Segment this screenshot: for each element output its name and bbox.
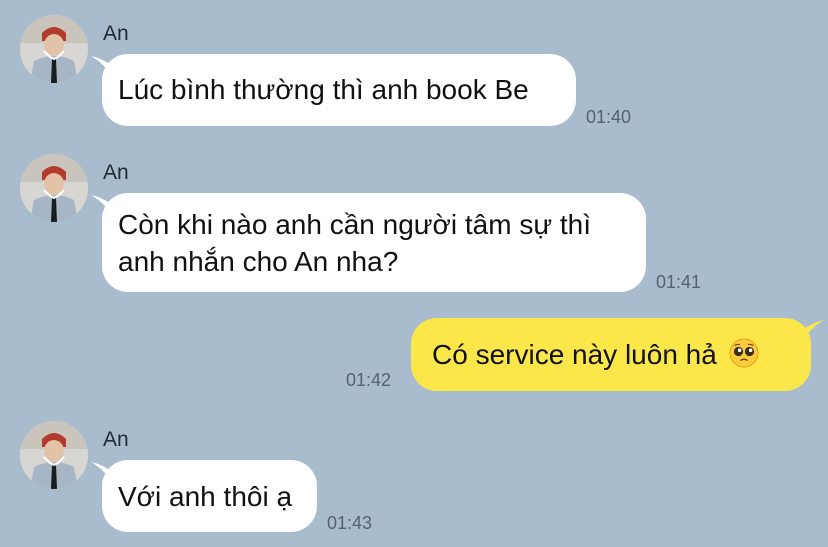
message-text-line: anh nhắn cho An nha? xyxy=(118,246,399,277)
avatar[interactable] xyxy=(20,15,88,83)
chat-thread: An Lúc bình thường thì anh book Be 01:40… xyxy=(0,0,828,547)
message-text: Có service này luôn hả xyxy=(432,339,717,370)
sender-name: An xyxy=(103,428,129,451)
bubble-tail xyxy=(802,320,824,342)
avatar-image xyxy=(20,15,88,83)
message-bubble[interactable]: Có service này luôn hả xyxy=(411,318,811,391)
message-timestamp: 01:42 xyxy=(346,370,392,390)
message-text: Lúc bình thường thì anh book Be xyxy=(118,74,529,105)
avatar[interactable] xyxy=(20,154,88,222)
sender-name: An xyxy=(103,161,129,184)
message-text: Với anh thôi ạ xyxy=(118,481,293,512)
message-timestamp: 01:40 xyxy=(586,107,632,127)
avatar[interactable] xyxy=(20,421,88,489)
message-bubble[interactable]: Lúc bình thường thì anh book Be xyxy=(102,54,576,126)
avatar-image xyxy=(20,421,88,489)
sender-name: An xyxy=(103,22,129,45)
message-timestamp: 01:43 xyxy=(327,513,373,533)
message-timestamp: 01:41 xyxy=(656,272,702,292)
pleading-face-emoji-icon xyxy=(729,338,759,368)
message-text-line: Còn khi nào anh cần người tâm sự thì xyxy=(118,209,591,240)
message-bubble[interactable]: Với anh thôi ạ xyxy=(102,460,317,532)
avatar-image xyxy=(20,154,88,222)
message-bubble[interactable]: Còn khi nào anh cần người tâm sự thì anh… xyxy=(102,193,646,292)
